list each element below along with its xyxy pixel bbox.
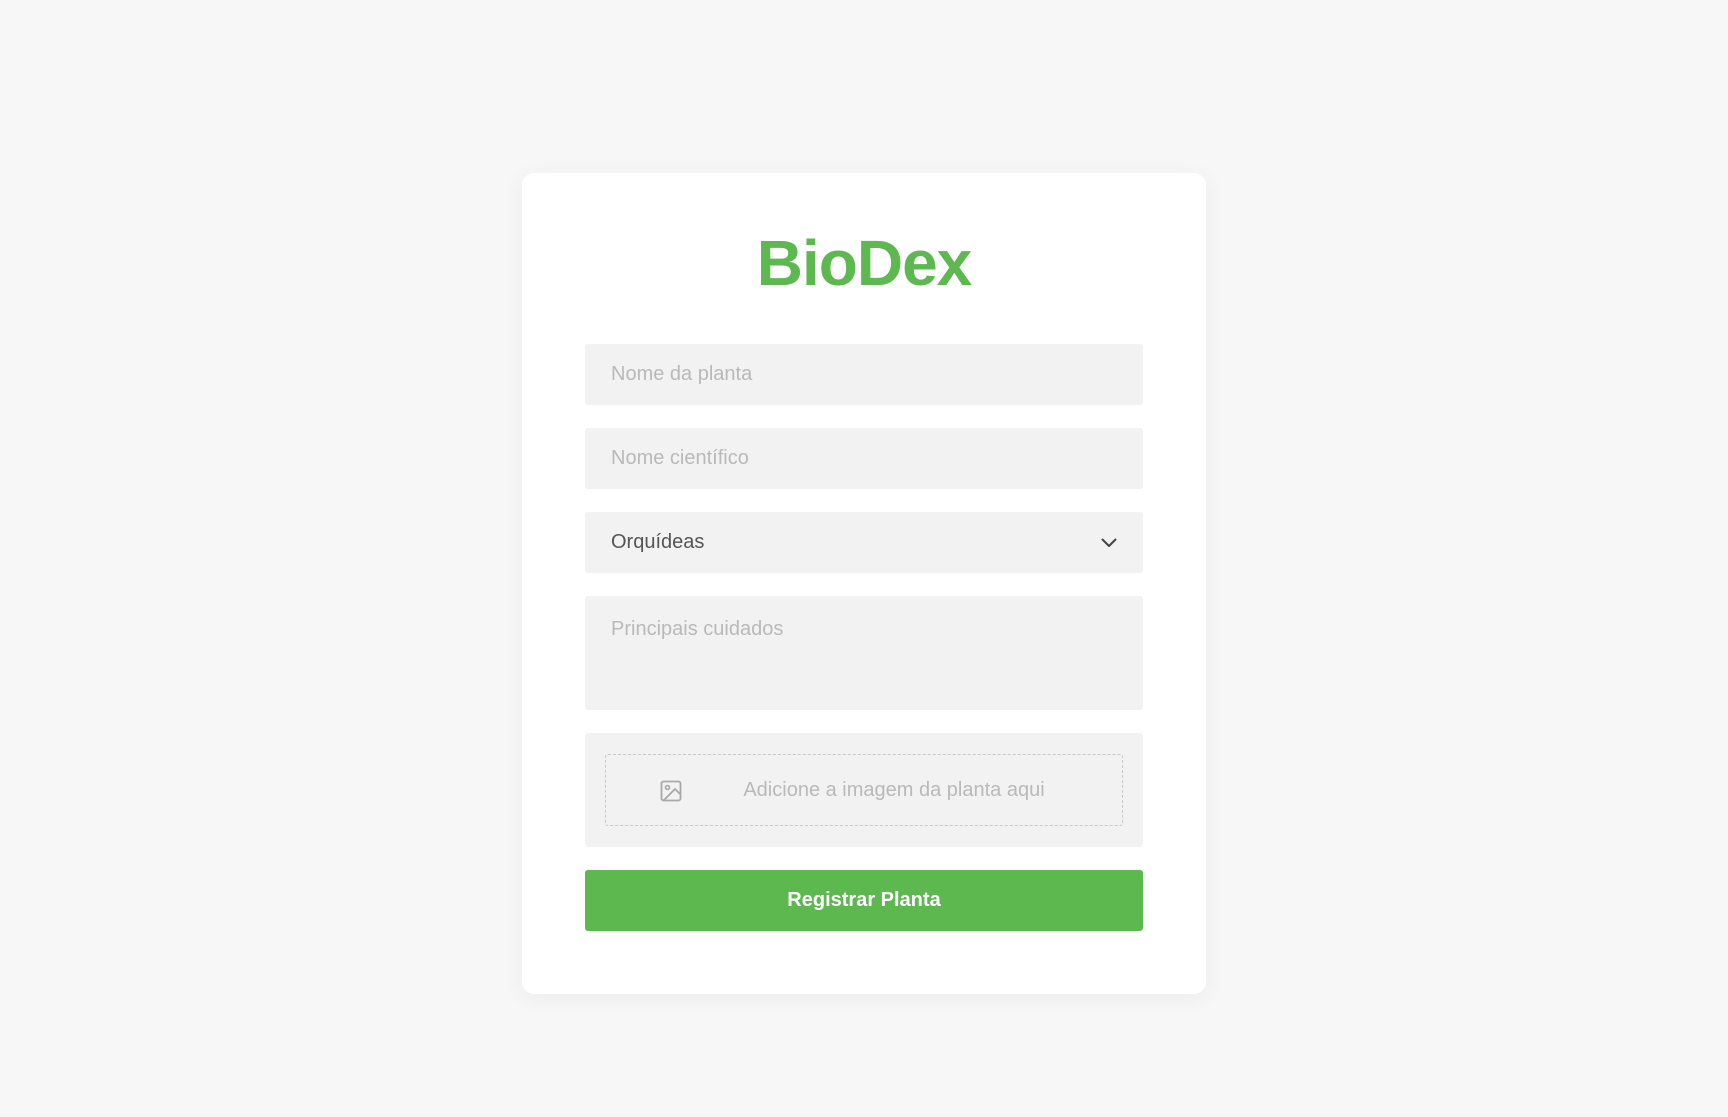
category-select[interactable]: Orquídeas	[585, 512, 1143, 573]
chevron-down-icon	[1099, 533, 1119, 553]
image-upload-area: Adicione a imagem da planta aqui	[585, 733, 1143, 847]
image-dropzone[interactable]: Adicione a imagem da planta aqui	[605, 754, 1123, 826]
image-upload-label: Adicione a imagem da planta aqui	[743, 778, 1045, 801]
register-plant-button[interactable]: Registrar Planta	[585, 870, 1143, 931]
app-title: BioDex	[756, 227, 973, 299]
plant-name-input[interactable]	[585, 344, 1143, 405]
care-textarea[interactable]	[585, 596, 1143, 710]
register-plant-card: BioDex Orquídeas Adicione a imagem da pl…	[522, 173, 1206, 994]
category-selected-value: Orquídeas	[611, 531, 705, 553]
scientific-name-input[interactable]	[585, 428, 1143, 489]
